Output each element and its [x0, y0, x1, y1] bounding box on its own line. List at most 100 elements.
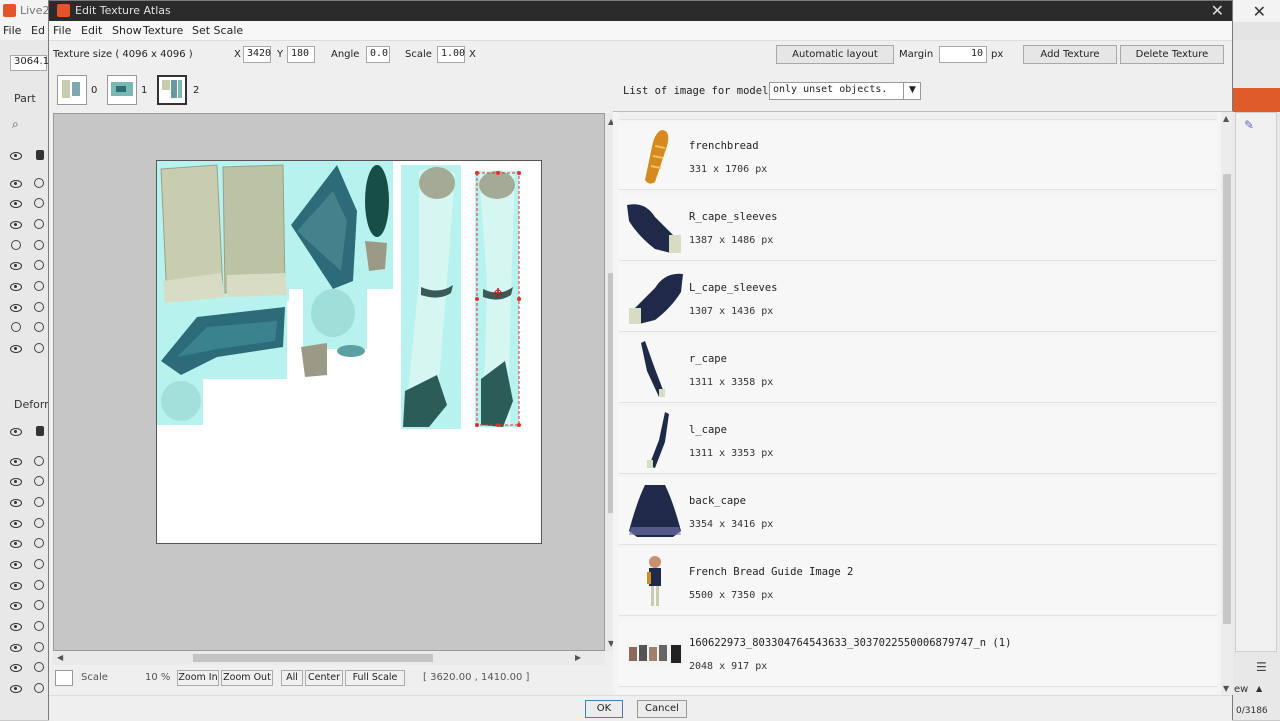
delete-texture-button[interactable]: Delete Texture [1120, 45, 1224, 64]
visibility-eye-icon[interactable] [10, 520, 22, 528]
background-menu-edit[interactable]: Ed [31, 24, 45, 37]
select-circle-icon[interactable] [34, 621, 44, 631]
menu-set-scale[interactable]: Set Scale [192, 24, 243, 37]
scale-input[interactable]: 1.00 [437, 46, 465, 63]
visibility-eye-icon[interactable] [10, 602, 22, 610]
list-item[interactable]: l_cape 1311 x 3353 px [619, 406, 1217, 474]
visibility-eye-icon[interactable] [10, 221, 22, 229]
part-eye-header-icon[interactable] [10, 152, 22, 160]
color-swatch[interactable] [55, 670, 73, 686]
dialog-menubar: File Edit Show Texture Set Scale [49, 21, 1232, 41]
page-thumb-2[interactable] [157, 75, 187, 105]
select-circle-icon[interactable] [34, 260, 44, 270]
image-list-scroll-thumb[interactable] [1223, 174, 1231, 624]
select-circle-icon[interactable] [34, 456, 44, 466]
page-thumb-0[interactable] [57, 75, 87, 105]
visibility-eye-icon[interactable] [10, 304, 22, 312]
deformer-lock-icon[interactable] [36, 426, 44, 436]
deformer-eye-header-icon[interactable] [10, 428, 22, 436]
visibility-eye-icon[interactable] [10, 582, 22, 590]
x-input[interactable]: 3420 [243, 46, 271, 63]
visibility-eye-icon[interactable] [10, 623, 22, 631]
select-circle-icon[interactable] [34, 219, 44, 229]
select-circle-icon[interactable] [34, 178, 44, 188]
visibility-eye-icon[interactable] [10, 540, 22, 548]
search-icon[interactable]: ⌕ [12, 117, 19, 132]
visibility-off-icon[interactable] [11, 322, 21, 332]
background-value-field[interactable]: 3064.1 [10, 55, 49, 71]
cancel-button[interactable]: Cancel [637, 700, 687, 718]
select-circle-icon[interactable] [34, 538, 44, 548]
atlas-canvas-area[interactable] [53, 113, 605, 651]
menu-file[interactable]: File [53, 24, 71, 37]
select-circle-icon[interactable] [34, 476, 44, 486]
list-item[interactable]: back_cape 3354 x 3416 px [619, 477, 1217, 545]
select-circle-icon[interactable] [34, 559, 44, 569]
select-circle-icon[interactable] [34, 343, 44, 353]
canvas-horizontal-scrollbar[interactable]: ◀ ▶ [53, 651, 605, 665]
list-item[interactable]: R_cape_sleeves 1387 x 1486 px [619, 193, 1217, 261]
menu-show[interactable]: Show [112, 24, 142, 37]
dialog-close-icon[interactable]: ✕ [1211, 1, 1224, 20]
list-item[interactable]: 160622973_803304764543633_30370225500068… [619, 619, 1217, 687]
visibility-eye-icon[interactable] [10, 345, 22, 353]
page-thumb-1[interactable] [107, 75, 137, 105]
pen-icon[interactable]: ✎ [1244, 118, 1254, 132]
select-circle-icon[interactable] [34, 281, 44, 291]
visibility-off-icon[interactable] [11, 240, 21, 250]
list-scroll-up-icon[interactable]: ▲ [1223, 114, 1229, 123]
visibility-eye-icon[interactable] [10, 262, 22, 270]
visibility-eye-icon[interactable] [10, 283, 22, 291]
center-button[interactable]: Center [305, 670, 343, 686]
select-circle-icon[interactable] [34, 683, 44, 693]
ok-button[interactable]: OK [585, 700, 623, 718]
visibility-eye-icon[interactable] [10, 180, 22, 188]
select-circle-icon[interactable] [34, 497, 44, 507]
fit-all-button[interactable]: All [281, 670, 303, 686]
scroll-left-arrow-icon[interactable]: ◀ [57, 653, 63, 662]
visibility-eye-icon[interactable] [10, 458, 22, 466]
select-circle-icon[interactable] [34, 642, 44, 652]
menu-edit[interactable]: Edit [81, 24, 102, 37]
background-close-icon[interactable]: ✕ [1253, 2, 1266, 21]
list-item[interactable]: r_cape 1311 x 3358 px [619, 335, 1217, 403]
part-lock-icon[interactable] [36, 150, 44, 160]
full-scale-button[interactable]: Full Scale [345, 670, 405, 686]
list-view-icon[interactable]: ☰ [1256, 660, 1267, 674]
zoom-out-button[interactable]: Zoom Out [221, 670, 273, 686]
angle-input[interactable]: 0.0 [366, 46, 390, 63]
list-item[interactable]: French Bread Guide Image 2 5500 x 7350 p… [619, 548, 1217, 616]
list-item[interactable]: frenchbread 331 x 1706 px [619, 122, 1217, 190]
zoom-in-button[interactable]: Zoom In [177, 670, 219, 686]
select-circle-icon[interactable] [34, 662, 44, 672]
select-circle-icon[interactable] [34, 240, 44, 250]
margin-input[interactable]: 10 [939, 46, 987, 63]
visibility-eye-icon[interactable] [10, 478, 22, 486]
visibility-eye-icon[interactable] [10, 644, 22, 652]
list-scroll-down-icon[interactable]: ▼ [1223, 684, 1229, 693]
visibility-eye-icon[interactable] [10, 664, 22, 672]
list-item[interactable]: L_cape_sleeves 1307 x 1436 px [619, 264, 1217, 332]
select-circle-icon[interactable] [34, 580, 44, 590]
scroll-right-arrow-icon[interactable]: ▶ [575, 653, 581, 662]
menu-texture[interactable]: Texture [143, 24, 183, 37]
visibility-eye-icon[interactable] [10, 685, 22, 693]
chevron-down-icon[interactable]: ▼ [903, 82, 921, 100]
select-circle-icon[interactable] [34, 518, 44, 528]
automatic-layout-button[interactable]: Automatic layout [776, 45, 894, 64]
y-input[interactable]: 180 [287, 46, 315, 63]
background-menu-file[interactable]: File [3, 24, 21, 37]
texture-atlas-page[interactable] [156, 160, 542, 544]
add-texture-button[interactable]: Add Texture [1023, 45, 1117, 64]
select-circle-icon[interactable] [34, 302, 44, 312]
visibility-eye-icon[interactable] [10, 200, 22, 208]
select-circle-icon[interactable] [34, 600, 44, 610]
select-circle-icon[interactable] [34, 322, 44, 332]
canvas-horizontal-scroll-thumb[interactable] [193, 654, 433, 662]
visibility-eye-icon[interactable] [10, 561, 22, 569]
visibility-eye-icon[interactable] [10, 499, 22, 507]
select-circle-icon[interactable] [34, 198, 44, 208]
image-list-scrollbar[interactable]: ▲ ▼ [1221, 112, 1233, 695]
collapse-up-icon[interactable]: ▲ [1256, 684, 1262, 693]
image-filter-select[interactable]: only unset objects. [769, 82, 921, 100]
